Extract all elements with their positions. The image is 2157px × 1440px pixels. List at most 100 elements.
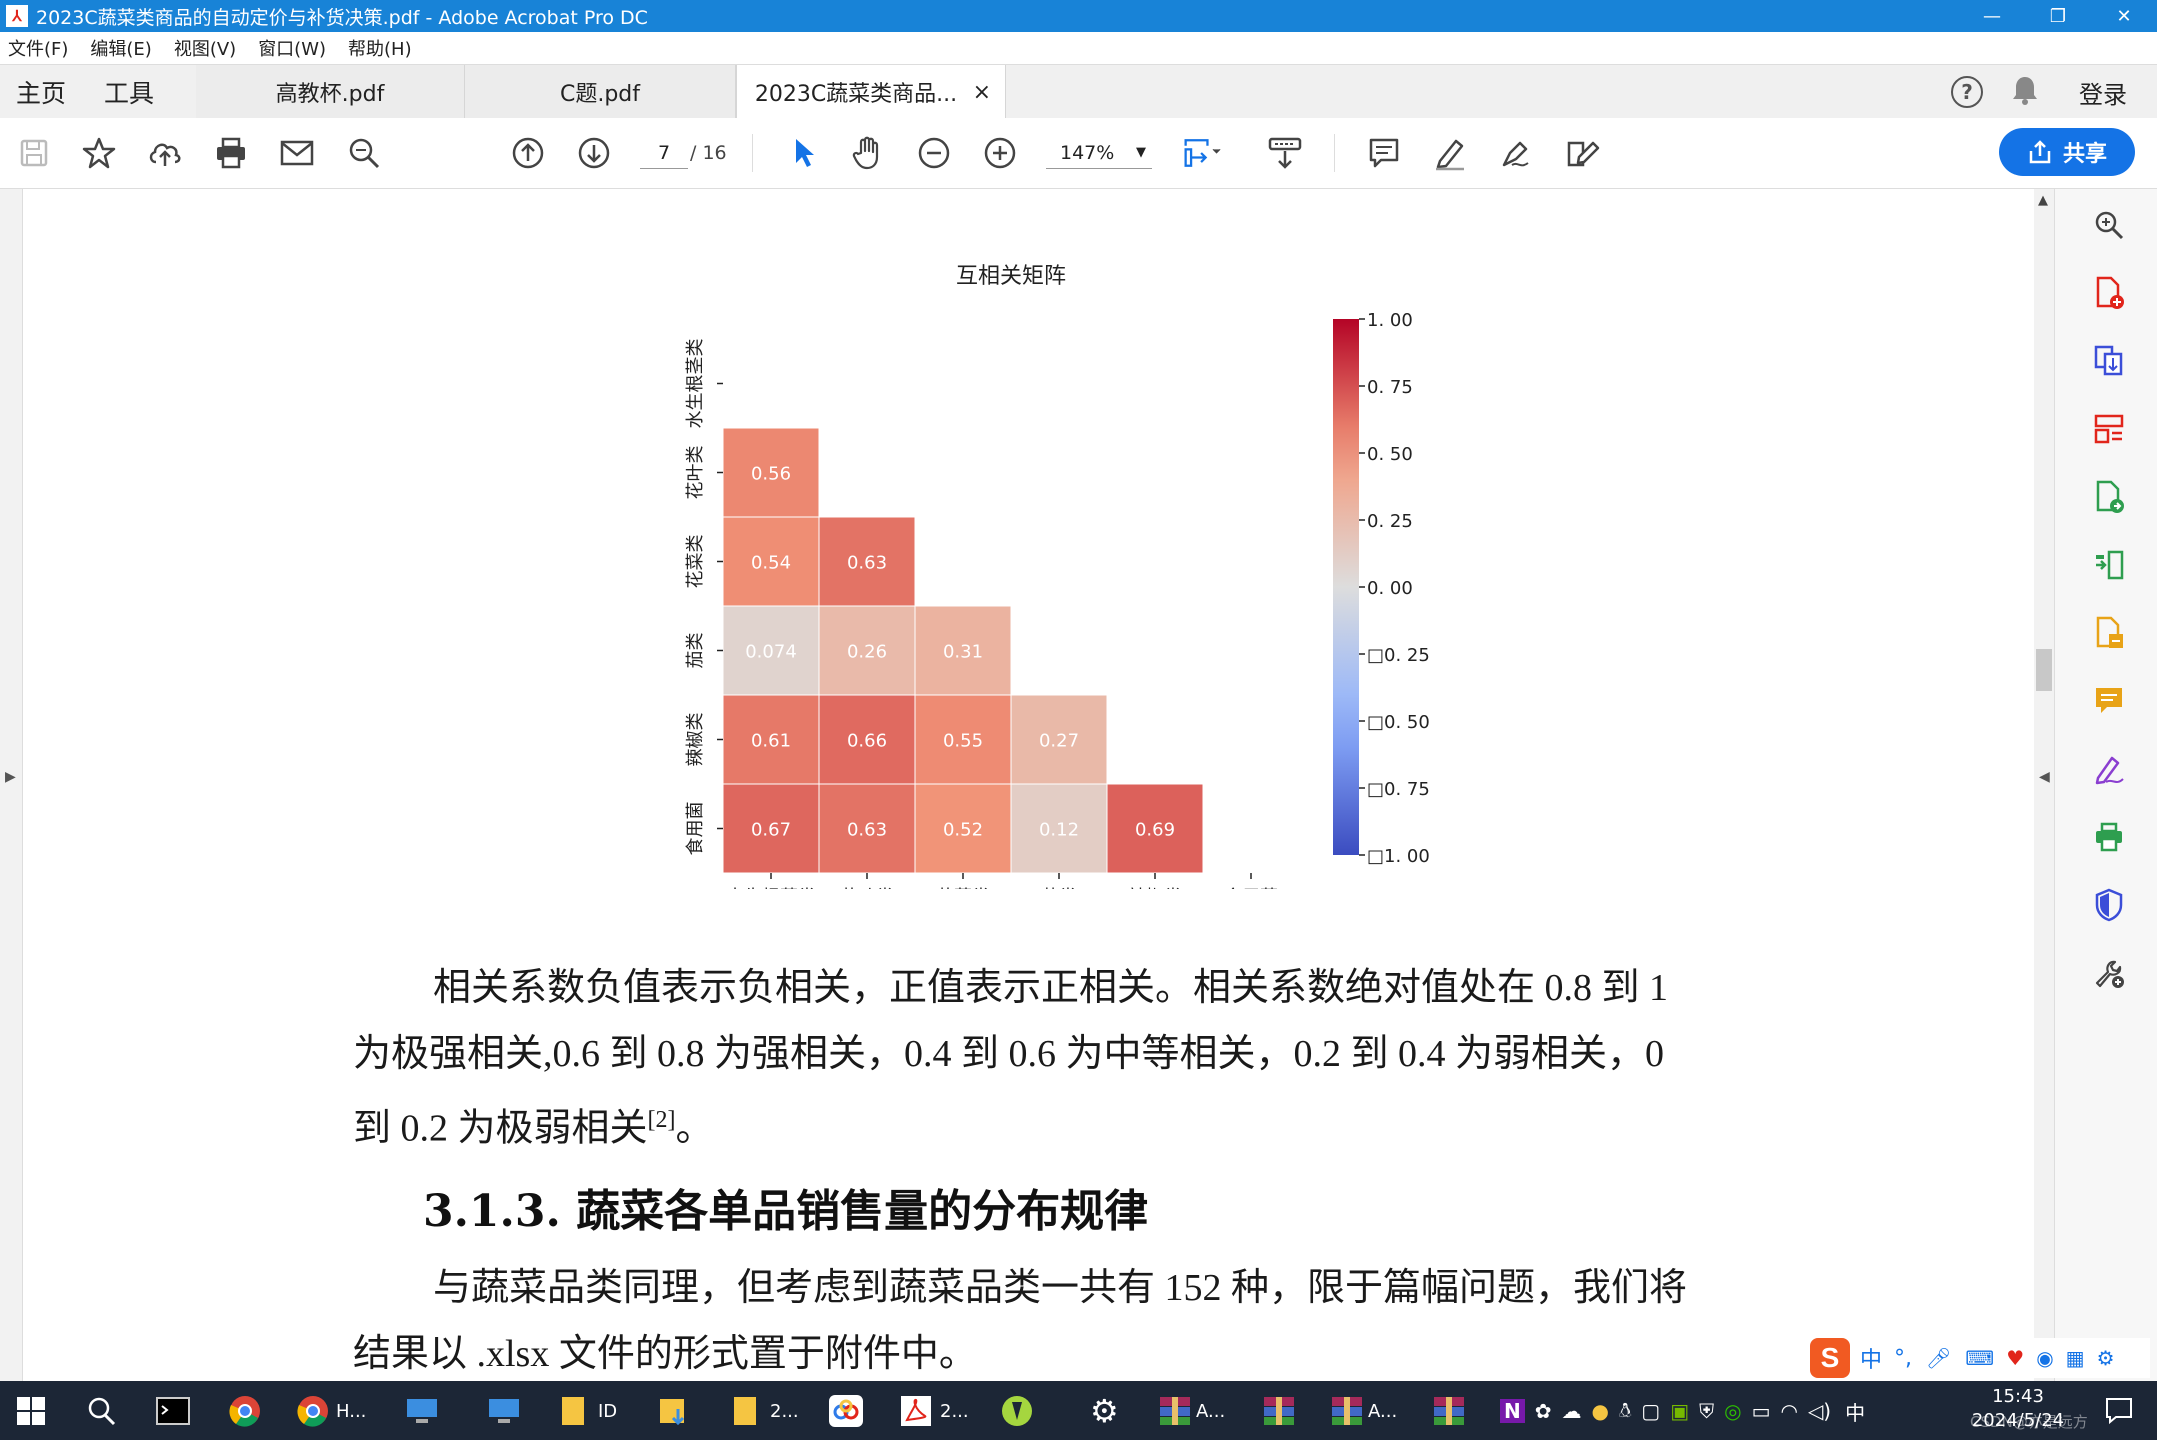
tab-gaojiaobei[interactable]: 高教杯.pdf xyxy=(196,65,465,119)
login-link[interactable]: 登录 xyxy=(2079,75,2127,110)
settings-gear-icon[interactable]: ⚙ xyxy=(1090,1391,1119,1431)
nav-tools[interactable]: 工具 xyxy=(104,65,154,119)
document-viewer[interactable]: 互相关矩阵 0.56 0.54 0.63 0.074 0.26 0.31 0.61 0.66 0.… xyxy=(23,189,2034,1381)
scroll-thumb[interactable] xyxy=(2036,649,2052,691)
cell-value-label: 0.26 xyxy=(847,642,887,663)
fill-sign-icon[interactable] xyxy=(2091,751,2127,787)
next-page-icon[interactable] xyxy=(574,133,614,173)
vertical-scrollbar[interactable]: ▲ xyxy=(2034,189,2054,1381)
remote-desktop-icon[interactable] xyxy=(404,1391,440,1431)
close-tab-icon[interactable]: × xyxy=(973,80,991,105)
zoom-search-icon[interactable] xyxy=(2091,207,2127,243)
print-icon[interactable] xyxy=(211,133,251,173)
file-explorer-id-item[interactable]: ID xyxy=(560,1391,617,1431)
winrar-2-icon[interactable] xyxy=(1262,1391,1296,1431)
reference-2[interactable]: [2] xyxy=(648,1107,676,1133)
menu-window[interactable]: 窗口(W) xyxy=(258,35,326,61)
winrar-3-icon[interactable] xyxy=(1432,1391,1466,1431)
page-number-input[interactable]: 7 xyxy=(640,138,688,169)
ime-game-icon[interactable]: ◉ xyxy=(2036,1346,2053,1370)
zoom-in-icon[interactable] xyxy=(980,133,1020,173)
terminal-app-icon[interactable] xyxy=(156,1391,190,1431)
close-window-button[interactable]: ✕ xyxy=(2091,0,2157,32)
ime-skin-icon[interactable]: ♥ xyxy=(2006,1346,2024,1370)
acrobat-window-item[interactable]: 2... xyxy=(900,1391,969,1431)
edit-pdf-icon[interactable] xyxy=(2091,615,2127,651)
windows-start-icon[interactable] xyxy=(16,1391,46,1431)
menu-file[interactable]: 文件(F) xyxy=(8,35,68,61)
ime-toolbar[interactable]: S 中 °, 🎤︎ ⌨ ♥ ◉ ▦ ⚙ xyxy=(1810,1338,2150,1378)
download-folder-icon[interactable] xyxy=(658,1391,690,1431)
notification-icon[interactable] xyxy=(2104,1395,2134,1429)
zoom-dropdown[interactable]: 147% ▼ xyxy=(1046,138,1152,169)
bell-icon[interactable] xyxy=(2011,74,2039,110)
share-button[interactable]: 共享 xyxy=(1999,128,2135,176)
taskbar-search-icon[interactable] xyxy=(86,1391,118,1431)
menu-view[interactable]: 视图(V) xyxy=(174,35,236,61)
star-icon[interactable] xyxy=(79,133,119,173)
nvidia-icon[interactable]: ▣ xyxy=(1670,1399,1689,1423)
sign-pen-icon[interactable] xyxy=(1496,133,1536,173)
edit-stamp-icon[interactable] xyxy=(1562,133,1602,173)
nav-home[interactable]: 主页 xyxy=(16,65,66,119)
ime-chinese-mode[interactable]: 中 xyxy=(1860,1342,1882,1374)
file-explorer-item[interactable]: 2... xyxy=(732,1391,799,1431)
more-tools-icon[interactable] xyxy=(2091,955,2127,991)
onenote-icon[interactable]: N xyxy=(1500,1399,1525,1423)
security-icon[interactable]: ⛨ xyxy=(1699,1399,1714,1423)
collapse-right-icon[interactable]: ◀ xyxy=(2039,769,2050,785)
tray-window-icon[interactable]: ▢ xyxy=(1641,1399,1660,1423)
remote-desktop-2-icon[interactable] xyxy=(486,1391,522,1431)
cell-value-label: 0.66 xyxy=(847,731,887,752)
combine-files-icon[interactable] xyxy=(2091,343,2127,379)
print-production-icon[interactable] xyxy=(2091,819,2127,855)
ime-keyboard-icon[interactable]: ⌨ xyxy=(1965,1346,1994,1370)
hand-tool-icon[interactable] xyxy=(848,133,888,173)
onedrive-icon[interactable]: ☁ xyxy=(1562,1399,1582,1423)
zoom-out-icon[interactable] xyxy=(914,133,954,173)
restore-button[interactable]: ❐ xyxy=(2025,0,2091,32)
previous-page-icon[interactable] xyxy=(508,133,548,173)
ime-settings-icon[interactable]: ⚙ xyxy=(2097,1346,2115,1370)
battery-icon[interactable]: ▭ xyxy=(1752,1399,1771,1423)
compare-files-icon[interactable] xyxy=(2091,547,2127,583)
qq-icon[interactable]: 🐧︎ xyxy=(1619,1398,1631,1425)
wifi-icon[interactable]: ◠ xyxy=(1780,1399,1797,1423)
organize-pages-icon[interactable] xyxy=(2091,411,2127,447)
create-pdf-icon[interactable] xyxy=(2091,275,2127,311)
wechat-icon[interactable]: ◎ xyxy=(1724,1399,1741,1423)
highlight-icon[interactable] xyxy=(1430,133,1470,173)
tab-c-problem[interactable]: C题.pdf xyxy=(465,65,736,119)
minimize-button[interactable]: — xyxy=(1959,0,2025,32)
ime-punctuation-icon[interactable]: °, xyxy=(1894,1346,1912,1371)
search-icon[interactable] xyxy=(344,133,384,173)
ime-apps-icon[interactable]: ▦ xyxy=(2066,1346,2085,1370)
qq-browser-icon[interactable]: ● xyxy=(1592,1399,1609,1423)
fit-page-icon[interactable] xyxy=(1182,133,1222,173)
save-icon[interactable] xyxy=(14,133,54,173)
export-pdf-icon[interactable] xyxy=(2091,479,2127,515)
scroll-mode-icon[interactable] xyxy=(1265,133,1305,173)
green-app-icon[interactable] xyxy=(1000,1391,1034,1431)
upload-cloud-icon[interactable] xyxy=(145,133,185,173)
chrome-window-item[interactable]: H... xyxy=(296,1391,366,1431)
mail-icon[interactable] xyxy=(277,133,317,173)
select-cursor-icon[interactable] xyxy=(783,133,823,173)
protect-shield-icon[interactable] xyxy=(2091,887,2127,923)
volume-icon[interactable]: ◁) xyxy=(1808,1399,1831,1423)
winrar-window-2-item[interactable]: A... xyxy=(1330,1391,1397,1431)
ime-microphone-icon[interactable]: 🎤︎ xyxy=(1926,1346,1951,1370)
help-icon[interactable]: ? xyxy=(1951,76,1983,108)
left-panel-toggle[interactable]: ▶ xyxy=(0,189,23,1381)
winrar-window-item[interactable]: A... xyxy=(1158,1391,1225,1431)
comment-tool-icon[interactable] xyxy=(2091,683,2127,719)
chrome-app-icon[interactable] xyxy=(228,1391,262,1431)
menu-edit[interactable]: 编辑(E) xyxy=(90,35,151,61)
comment-icon[interactable] xyxy=(1364,133,1404,173)
menu-help[interactable]: 帮助(H) xyxy=(348,35,412,61)
netdisk-tray-icon[interactable]: ✿ xyxy=(1535,1399,1552,1423)
baidu-netdisk-icon[interactable] xyxy=(828,1391,864,1431)
scroll-up-icon[interactable]: ▲ xyxy=(2038,193,2048,208)
tab-current-document[interactable]: 2023C蔬菜类商品... × xyxy=(736,65,1006,119)
input-language[interactable]: 中 xyxy=(1845,1397,1865,1426)
